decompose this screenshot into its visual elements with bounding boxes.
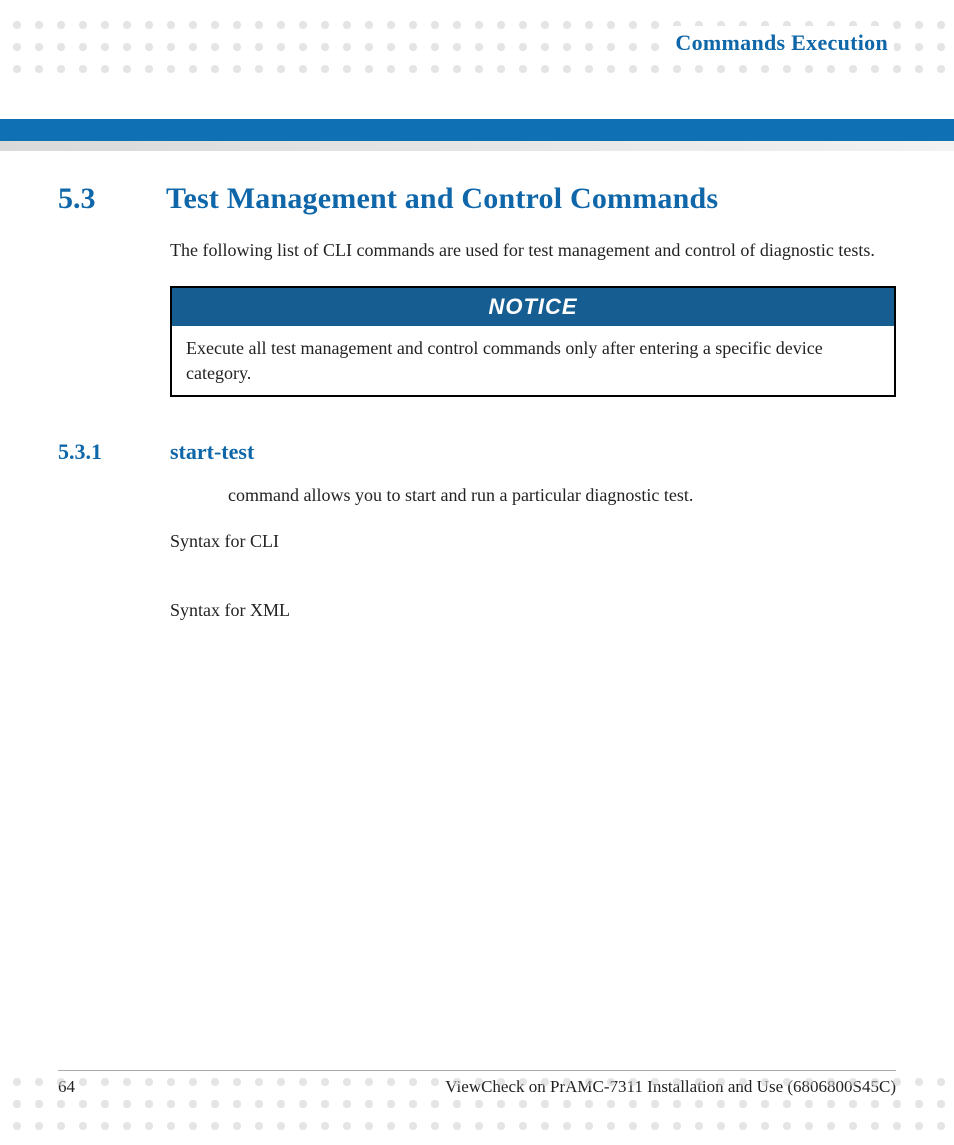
notice-text: Execute all test management and control … (172, 326, 894, 395)
footer-decor-dots (0, 1065, 954, 1137)
section-number: 5.3 (58, 182, 120, 216)
section-title: Test Management and Control Commands (166, 182, 718, 216)
subsection-description: command allows you to start and run a pa… (228, 483, 896, 507)
section-heading: 5.3 Test Management and Control Commands (58, 182, 896, 216)
running-header: Commands Execution (669, 26, 894, 60)
subsection-heading: 5.3.1 start-test (58, 439, 896, 465)
syntax-cli-label: Syntax for CLI (170, 531, 896, 552)
header-gradient-shadow (0, 141, 954, 151)
header-blue-bar (0, 119, 954, 141)
subsection-number: 5.3.1 (58, 439, 132, 465)
notice-box: NOTICE Execute all test management and c… (170, 286, 896, 397)
subsection-title: start-test (170, 439, 254, 465)
syntax-xml-label: Syntax for XML (170, 600, 896, 621)
notice-label: NOTICE (172, 288, 894, 326)
section-intro: The following list of CLI commands are u… (170, 238, 896, 262)
